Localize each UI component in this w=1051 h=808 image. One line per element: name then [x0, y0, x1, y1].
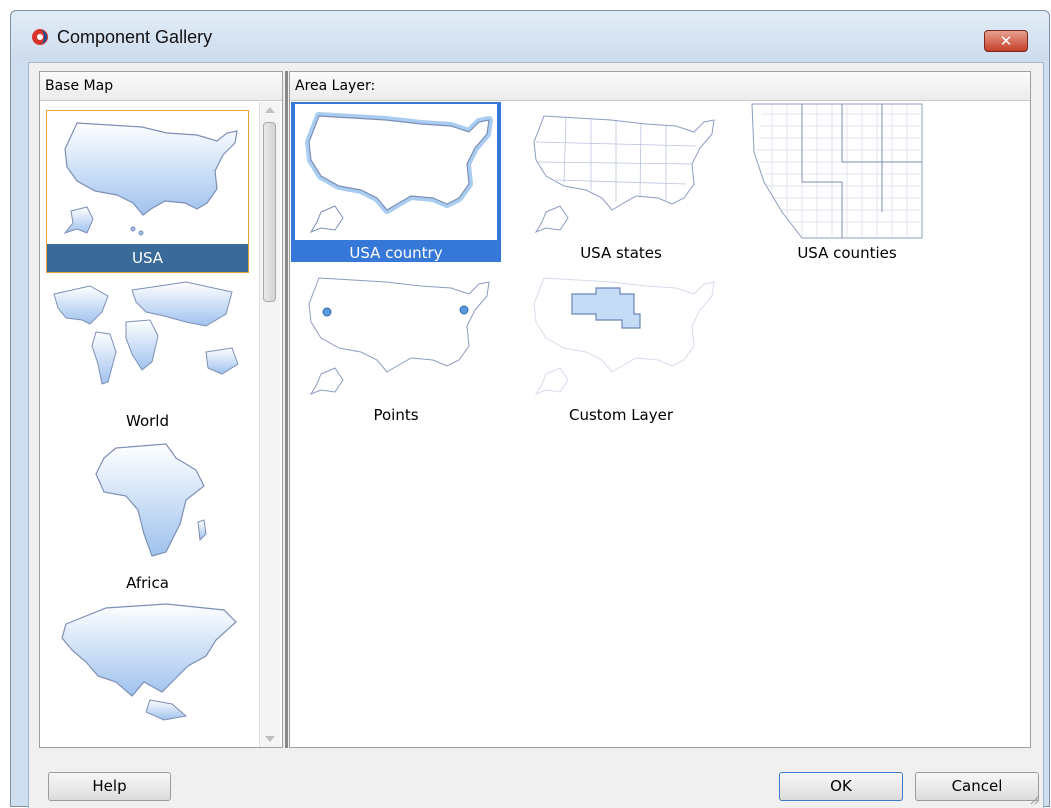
asia-map-icon	[61, 603, 237, 721]
component-gallery-dialog: Component Gallery ✕ Base Map USA World A…	[10, 10, 1050, 808]
base-map-label: World	[126, 412, 169, 430]
custom-layer-icon	[533, 277, 715, 396]
usa-states-icon	[533, 115, 715, 234]
app-icon	[32, 29, 48, 45]
close-button[interactable]: ✕	[984, 30, 1028, 52]
help-button[interactable]: Help	[48, 772, 171, 801]
base-map-item-asia[interactable]	[46, 596, 249, 746]
title-bar[interactable]: Component Gallery ✕	[11, 11, 1049, 61]
usa-map-icon	[63, 122, 238, 236]
dialog-body: Base Map USA World Africa Area Layer: US…	[28, 62, 1044, 808]
usa-country-icon	[305, 112, 493, 234]
points-icon	[308, 277, 490, 396]
base-map-title: Base Map	[45, 78, 114, 94]
base-map-item-usa[interactable]: USA	[46, 110, 249, 273]
scroll-down-icon[interactable]	[265, 736, 275, 742]
scroll-thumb[interactable]	[263, 122, 276, 302]
splitter[interactable]	[285, 71, 288, 748]
base-map-panel: Base Map USA World Africa	[39, 71, 283, 748]
base-map-label: Africa	[126, 574, 169, 592]
layer-item-custom-layer[interactable]: Custom Layer	[516, 264, 726, 424]
scroll-up-icon[interactable]	[265, 107, 275, 113]
close-icon: ✕	[999, 32, 1013, 50]
usa-counties-icon	[751, 103, 923, 239]
point-marker-east	[459, 305, 469, 315]
base-map-label: USA	[47, 244, 248, 272]
layer-label: USA counties	[797, 244, 897, 262]
area-layer-header: Area Layer:	[290, 72, 1030, 101]
base-map-scrollbar[interactable]	[259, 102, 280, 747]
layer-item-usa-counties[interactable]: USA counties	[742, 102, 952, 262]
layer-label: USA states	[580, 244, 662, 262]
layer-label: Custom Layer	[568, 406, 674, 424]
layer-item-points[interactable]: Points	[291, 264, 501, 424]
ok-button[interactable]: OK	[779, 772, 903, 801]
resize-grip-icon[interactable]	[1030, 795, 1040, 805]
area-layer-panel: Area Layer: USA country USA states USA c…	[289, 71, 1031, 748]
cancel-button[interactable]: Cancel	[915, 772, 1039, 801]
layer-label: USA country	[349, 244, 443, 262]
base-map-header: Base Map	[40, 72, 282, 101]
world-map-icon	[53, 281, 239, 385]
base-map-item-world[interactable]: World	[46, 272, 249, 435]
base-map-item-africa[interactable]: Africa	[46, 434, 249, 597]
area-layer-title: Area Layer:	[295, 78, 376, 94]
layer-item-usa-states[interactable]: USA states	[516, 102, 726, 262]
window-title: Component Gallery	[57, 27, 213, 47]
point-marker-west	[322, 307, 332, 317]
layer-label: Points	[373, 406, 419, 424]
layer-item-usa-country[interactable]: USA country	[291, 102, 501, 262]
africa-map-icon	[95, 443, 207, 557]
